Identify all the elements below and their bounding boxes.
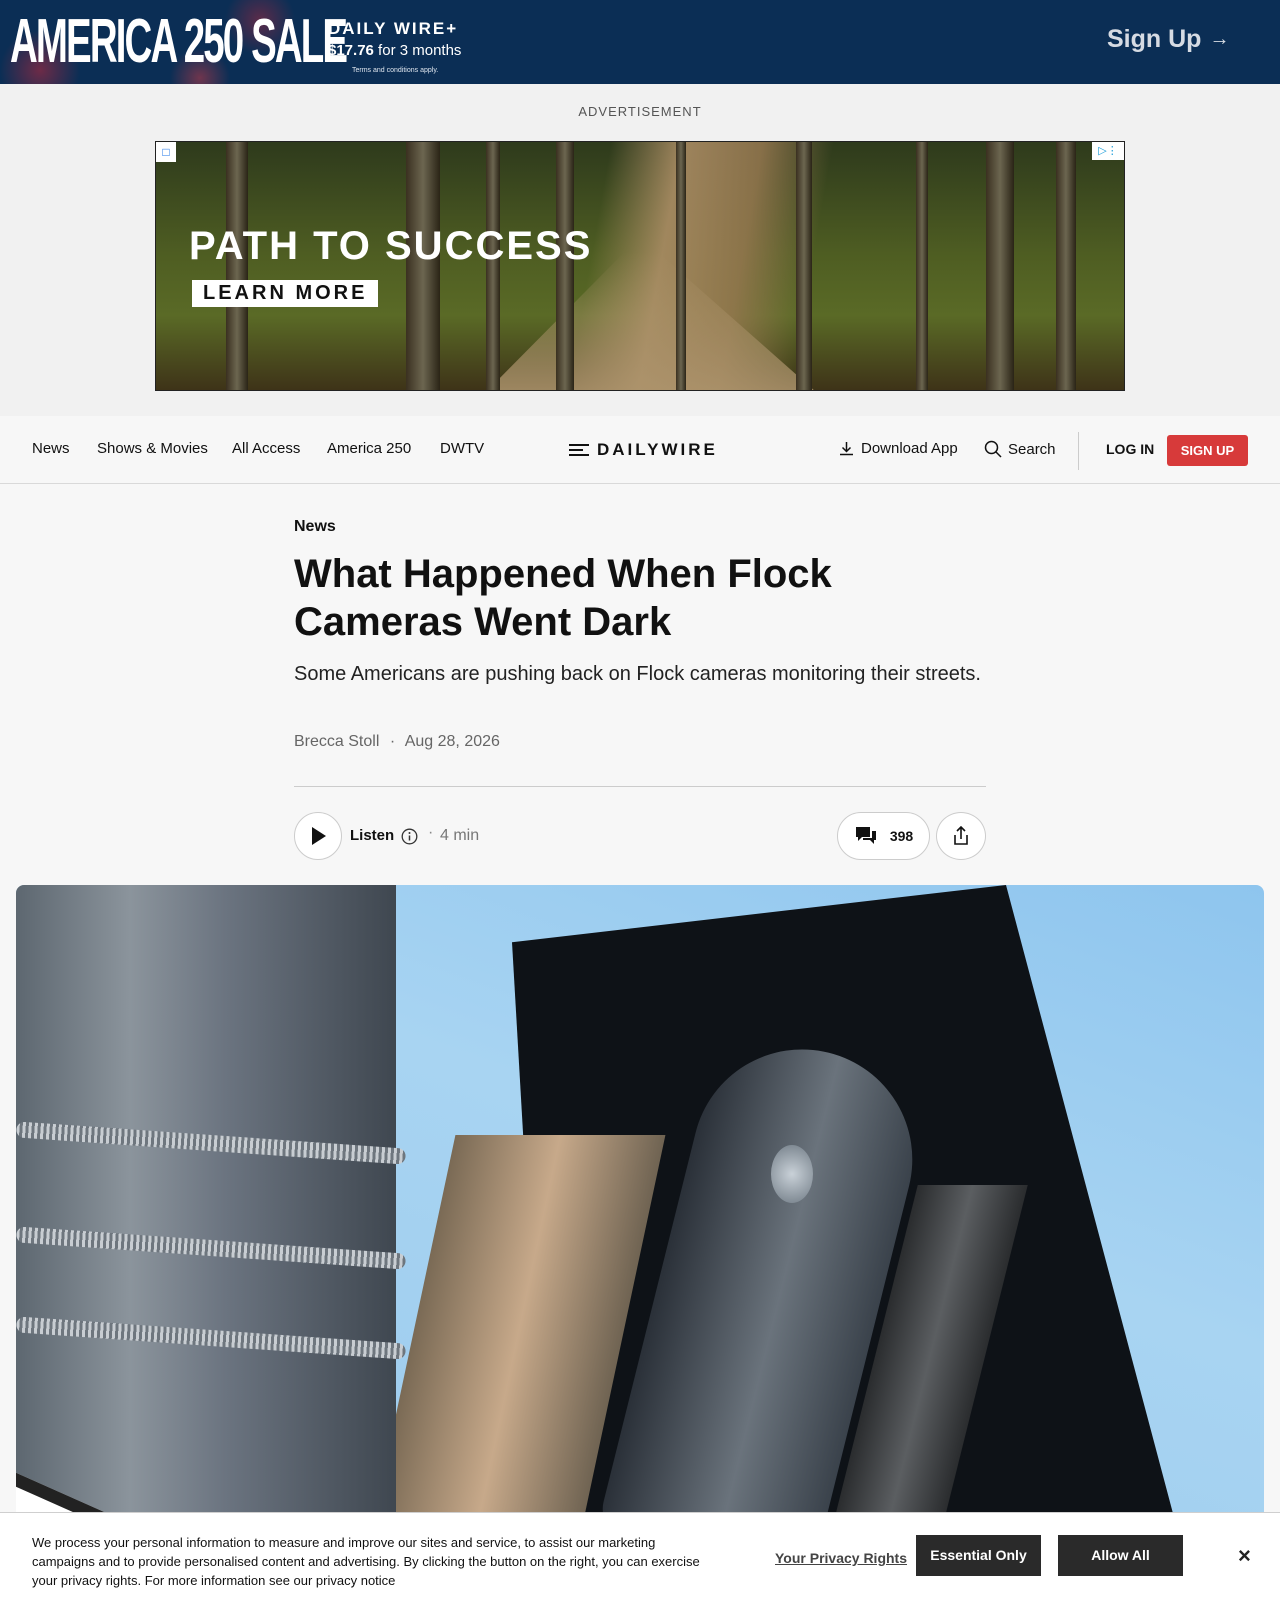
nav-divider (1078, 432, 1079, 470)
divider (294, 786, 986, 787)
essential-only-button[interactable]: Essential Only (916, 1535, 1041, 1576)
promo-price-amount: $17.76 (328, 42, 374, 59)
article-dek: Some Americans are pushing back on Flock… (294, 663, 981, 685)
article-category[interactable]: News (294, 518, 336, 536)
download-app-link[interactable]: Download App (838, 440, 958, 457)
hero-image (16, 885, 1264, 1600)
tree-decoration (986, 142, 1014, 390)
logo-text: DAILYWIRE (597, 440, 718, 459)
duration-separator: · (428, 824, 434, 841)
allow-all-button[interactable]: Allow All (1058, 1535, 1183, 1576)
info-icon[interactable] (401, 828, 418, 845)
search-button[interactable]: Search (984, 440, 1056, 458)
advertisement-label: ADVERTISEMENT (578, 104, 702, 119)
comments-icon (855, 827, 876, 844)
audio-duration: 4 min (440, 827, 480, 844)
promo-signup-label: Sign Up (1107, 25, 1202, 53)
play-icon (312, 827, 326, 845)
comments-button[interactable]: 398 (837, 812, 930, 860)
tree-decoration (916, 142, 928, 390)
nav-item-all-access[interactable]: All Access (232, 440, 300, 457)
promo-signup-link[interactable]: Sign Up → (1107, 25, 1229, 54)
tree-decoration (796, 142, 812, 390)
dailywire-logo[interactable]: DAILYWIRE (569, 440, 718, 460)
nav-item-shows-movies[interactable]: Shows & Movies (97, 440, 208, 457)
cookie-consent-bar: We process your personal information to … (0, 1512, 1280, 1600)
promo-price-suffix: for 3 months (373, 42, 462, 59)
article-headline: What Happened When Flock Cameras Went Da… (294, 552, 832, 644)
comment-count: 398 (889, 828, 914, 844)
tree-decoration (1056, 142, 1076, 390)
tree-decoration (676, 142, 686, 390)
share-icon (954, 826, 968, 845)
promo-price: $17.76 for 3 months (328, 42, 461, 59)
login-button[interactable]: LOG IN (1106, 441, 1154, 457)
ad-banner[interactable]: PATH TO SUCCESS LEARN MORE □ ▷⋮ (155, 141, 1125, 391)
promo-banner[interactable]: AMERICA 250 SALE DAILY WIRE+ $17.76 for … (0, 0, 1280, 84)
publish-date: Aug 28, 2026 (404, 733, 500, 750)
ad-choices-icon[interactable]: ▷⋮ (1092, 142, 1124, 160)
play-audio-button[interactable] (294, 812, 342, 860)
promo-brand: DAILY WIRE+ (328, 19, 459, 38)
signup-button[interactable]: SIGN UP (1167, 435, 1248, 466)
listen-label[interactable]: Listen (350, 827, 394, 844)
flag-icon (569, 444, 589, 456)
search-icon (984, 440, 1002, 458)
share-button[interactable] (936, 812, 986, 860)
forest-path-decoration (486, 252, 816, 390)
close-icon[interactable]: × (1238, 1543, 1251, 1569)
main-nav: News Shows & Movies All Access America 2… (0, 416, 1280, 484)
cookie-consent-text: We process your personal information to … (32, 1535, 700, 1588)
search-label: Search (1008, 440, 1056, 458)
advertisement-section: ADVERTISEMENT PATH TO SUCCESS LEARN MORE… (0, 84, 1280, 416)
nav-item-news[interactable]: News (32, 440, 70, 457)
camera-lens-shape (771, 1145, 813, 1203)
download-app-label: Download App (861, 440, 958, 457)
ad-learn-more-button[interactable]: LEARN MORE (192, 280, 379, 307)
arrow-right-icon: → (1209, 28, 1230, 50)
ad-headline: PATH TO SUCCESS (189, 224, 593, 268)
privacy-rights-link[interactable]: Your Privacy Rights (775, 1550, 907, 1566)
download-icon (840, 442, 853, 456)
byline: Brecca Stoll · Aug 28, 2026 (294, 733, 500, 751)
ad-feedback-icon[interactable]: □ (156, 142, 176, 162)
nav-item-america-250[interactable]: America 250 (327, 440, 411, 457)
promo-terms: Terms and conditions apply. (352, 67, 439, 74)
byline-separator: · (389, 733, 396, 750)
nav-item-dwtv[interactable]: DWTV (440, 440, 484, 457)
author-link[interactable]: Brecca Stoll (294, 733, 379, 750)
promo-title: AMERICA 250 SALE (10, 7, 348, 76)
